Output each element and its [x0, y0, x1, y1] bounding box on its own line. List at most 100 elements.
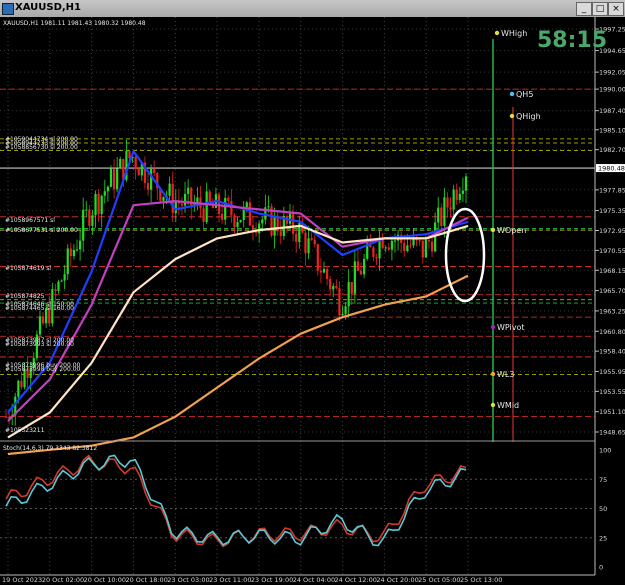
candle-body — [452, 189, 455, 210]
price-label: 1958.40 — [599, 348, 625, 356]
chart-window: XAUUSD,H1 _ □ × WHigh QH5 QHigh WOpen WPivot… — [0, 0, 625, 585]
candle-body — [94, 193, 97, 216]
candle-body — [146, 183, 150, 190]
level-dot-wl3 — [490, 371, 496, 377]
candle-body — [387, 247, 390, 250]
candle-body — [319, 270, 322, 273]
candle-body — [17, 380, 20, 397]
price-chart[interactable]: WHighQH5QHighWOpenWPivotWL3WMid 1997.251… — [0, 17, 625, 585]
candle-body — [85, 209, 88, 211]
time-label: 24 Oct 04:00 — [293, 576, 335, 584]
candle-body — [347, 282, 350, 307]
candle-body — [78, 240, 82, 250]
level-label-qh5: QH5 — [516, 90, 533, 99]
candle-body — [4, 416, 8, 418]
level-label-wmid: WMid — [497, 401, 519, 410]
candle-body — [341, 313, 344, 316]
level-dot-qh5 — [509, 91, 515, 97]
chart-window-icon — [2, 3, 14, 15]
candle-body — [69, 248, 72, 257]
time-label: 25 Oct 05:00 — [418, 576, 460, 584]
close-icon[interactable]: × — [608, 2, 624, 16]
candle-body — [221, 213, 224, 220]
price-axis[interactable]: 1997.251994.651992.051990.001987.401985.… — [595, 26, 625, 437]
price-label: 1951.10 — [599, 408, 625, 416]
candle-body — [97, 193, 100, 215]
candle-body — [307, 238, 310, 254]
candle-body — [106, 186, 109, 192]
candle-body — [350, 282, 353, 294]
price-label: 1987.40 — [599, 107, 625, 115]
candle-body — [134, 157, 137, 169]
candle-body — [236, 222, 239, 227]
candle-body — [116, 168, 119, 190]
stoch-axis-label: 100 — [599, 447, 611, 455]
candle-body — [180, 203, 184, 206]
level-label-whigh: WHigh — [501, 29, 527, 38]
candle-body — [409, 245, 412, 247]
candle-body — [455, 189, 458, 200]
level-label-wl3: WL3 — [497, 370, 514, 379]
price-label: 1960.80 — [599, 328, 625, 336]
candle-body — [316, 244, 319, 271]
candle-body — [38, 316, 42, 335]
time-label: 23 Oct 19:00 — [251, 576, 293, 584]
level-label-wopen: WOpen — [497, 226, 526, 235]
candle-body — [128, 150, 131, 159]
candle-body — [208, 191, 211, 203]
candle-body — [187, 187, 190, 194]
time-label: 20 Oct 02:00 — [42, 576, 84, 584]
candle-body — [227, 197, 230, 202]
candle-body — [150, 168, 153, 190]
order-label: #1058856730 sl 200.00 — [5, 144, 78, 151]
time-label: 23 Oct 11:00 — [209, 576, 251, 584]
level-dot-whigh — [494, 30, 500, 36]
candle-body — [292, 212, 295, 234]
candle-body — [168, 183, 171, 196]
candle-body — [88, 209, 91, 226]
candle-body — [267, 206, 270, 208]
candle-body — [390, 240, 394, 250]
minimize-icon[interactable]: _ — [576, 2, 592, 16]
candle-body — [103, 191, 106, 196]
candle-body — [239, 220, 242, 223]
window-title: XAUUSD,H1 — [15, 2, 82, 13]
candle-body — [75, 249, 79, 251]
order-label: #105874825 — [5, 293, 45, 300]
candle-body — [261, 219, 264, 224]
order-label: #105874465 sl 160.00 — [5, 305, 74, 312]
time-label: 20 Oct 18:00 — [125, 576, 167, 584]
candle-body — [384, 247, 387, 249]
stoch-axis-label: 25 — [599, 534, 607, 542]
price-label: 1965.70 — [599, 287, 625, 295]
price-label: 1948.65 — [599, 429, 625, 437]
candle-body — [313, 239, 316, 245]
stoch-axis-label: 0 — [599, 564, 603, 572]
order-label: #105874619 sl — [5, 265, 51, 272]
level-dot-wpivot — [490, 324, 496, 330]
candle-body — [372, 247, 375, 257]
candle-body — [363, 258, 366, 275]
candle-body — [418, 240, 421, 242]
window-titlebar[interactable]: XAUUSD,H1 _ □ × — [0, 0, 625, 18]
price-label: 1968.15 — [599, 267, 625, 275]
candle-body — [251, 225, 255, 230]
time-label: 20 Oct 10:00 — [84, 576, 126, 584]
level-dot-qhigh — [509, 113, 515, 119]
candle-body — [82, 209, 85, 241]
candle-body — [464, 176, 468, 191]
stoch-axis-label: 50 — [599, 505, 607, 513]
candle-body — [461, 190, 465, 194]
candle-body — [66, 248, 69, 275]
time-label: 24 Oct 12:00 — [335, 576, 377, 584]
price-label: 1975.35 — [599, 207, 625, 215]
time-axis[interactable]: 19 Oct 2023 20 Oct 02:00 20 Oct 10:00 20 Oc… — [2, 576, 502, 584]
candle-body — [356, 261, 360, 271]
candle-body — [72, 249, 76, 257]
candle-body — [54, 289, 57, 291]
time-label: 19 Oct 2023 — [2, 576, 42, 584]
maximize-icon[interactable]: □ — [592, 2, 608, 16]
candle-body — [217, 194, 221, 214]
candle-body — [63, 274, 66, 281]
price-label: 1992.05 — [599, 69, 625, 77]
